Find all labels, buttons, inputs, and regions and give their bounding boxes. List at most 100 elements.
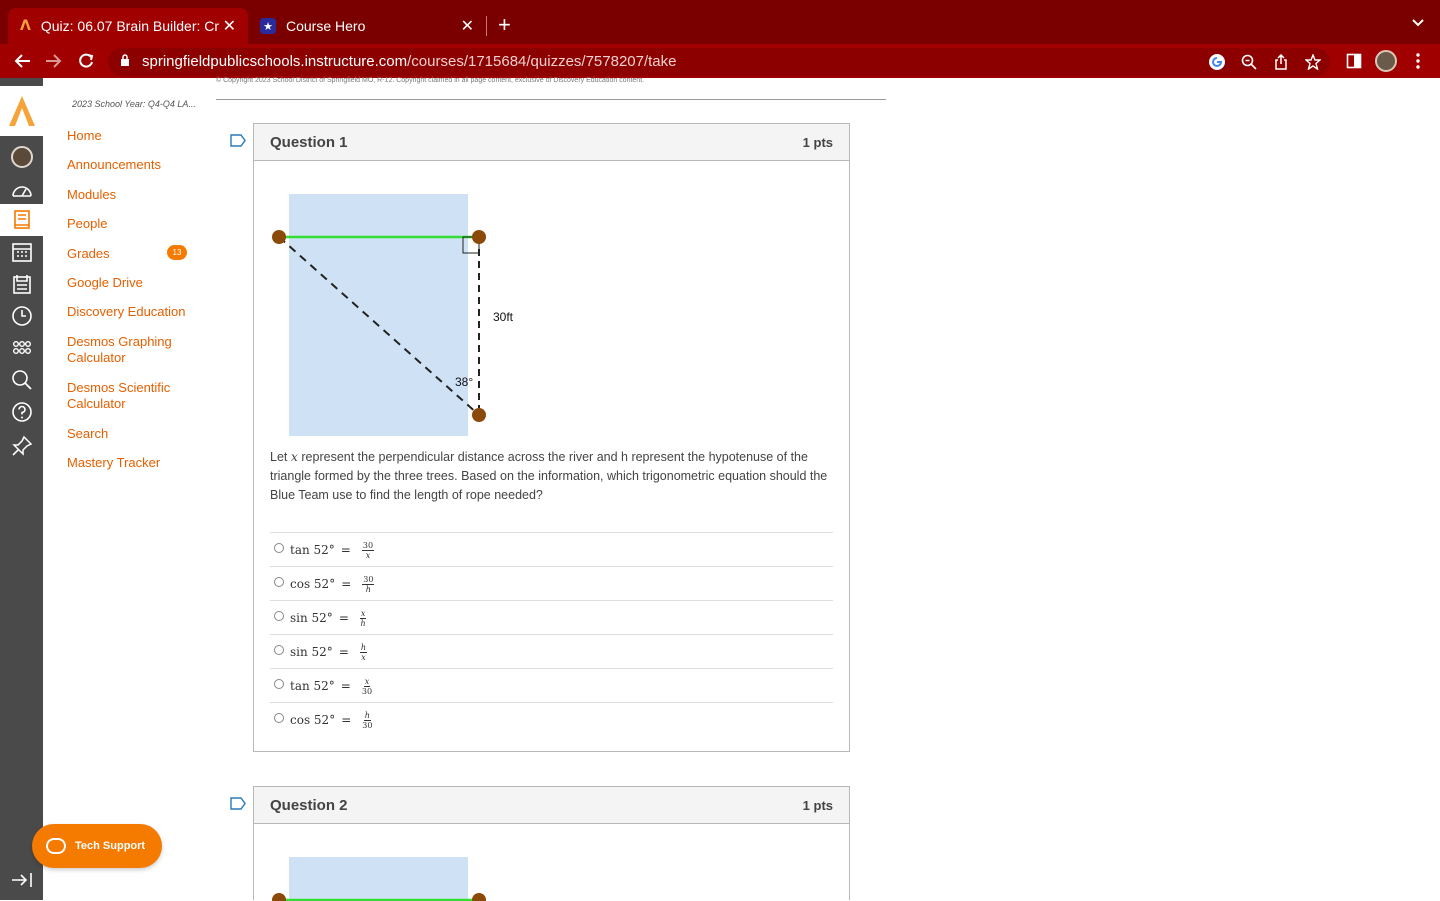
river-area: [289, 194, 468, 436]
lock-icon: [121, 54, 129, 66]
river-triangle-diagram: 30ft 38°: [272, 194, 514, 436]
question-points: 1 pts: [802, 135, 833, 150]
account-avatar[interactable]: [0, 141, 43, 173]
answer-option[interactable]: sin 52° = x h: [270, 600, 833, 634]
question-title: Question 1: [270, 134, 348, 151]
search-icon[interactable]: [0, 364, 43, 396]
question-1: Question 1 1 pts 30ft 38° Let x represen…: [253, 123, 850, 752]
divider: [216, 99, 886, 100]
radio-button[interactable]: [274, 645, 284, 655]
tree-marker: [472, 230, 486, 244]
fraction: hx: [359, 642, 368, 662]
answer-list: tan 52° = 30 x cos 52° = 30 h sin 52° = x h sin 5…: [270, 532, 833, 736]
tech-support-button[interactable]: Tech Support: [32, 824, 162, 868]
address-bar[interactable]: springfieldpublicschools.instructure.com…: [108, 48, 1330, 76]
dashboard-icon[interactable]: [0, 175, 43, 207]
answer-equation: sin 52° = x h: [290, 608, 367, 628]
course-nav-desmos-graphing[interactable]: Desmos Graphing Calculator: [67, 334, 177, 366]
answer-equation: cos 52° = h 30: [290, 710, 373, 730]
forward-arrow-icon[interactable]: [42, 49, 66, 73]
course-nav-discovery-education[interactable]: Discovery Education: [67, 304, 197, 320]
pin-icon[interactable]: [0, 430, 43, 462]
url-text: springfieldpublicschools.instructure.com…: [142, 53, 677, 70]
river-triangle-diagram: [272, 857, 486, 901]
profile-avatar-icon[interactable]: [1375, 50, 1397, 72]
reload-icon[interactable]: [74, 49, 98, 73]
share-icon[interactable]: [1272, 53, 1290, 71]
numerator: 30: [362, 574, 375, 585]
denominator: x: [361, 652, 366, 662]
tree-marker: [472, 408, 486, 422]
back-arrow-icon[interactable]: [10, 49, 34, 73]
fraction: 30 x: [361, 541, 375, 560]
course-nav-google-drive[interactable]: Google Drive: [67, 275, 197, 291]
bookmark-star-icon[interactable]: [1304, 53, 1322, 71]
tab-search-chevron-icon[interactable]: [1412, 14, 1424, 30]
new-tab-icon[interactable]: +: [498, 12, 511, 38]
collapse-nav-icon[interactable]: [10, 870, 34, 890]
google-icon[interactable]: [1208, 53, 1226, 71]
inbox-icon[interactable]: [0, 268, 43, 300]
courses-icon[interactable]: [0, 204, 43, 236]
answer-equation: tan 52° = x 30: [290, 676, 373, 696]
denominator: h: [360, 618, 366, 628]
numerator: h: [363, 710, 371, 721]
answer-equation: cos 52° = 30 h: [290, 574, 375, 594]
tree-marker: [272, 230, 286, 244]
question-points: 1 pts: [802, 798, 833, 813]
fraction: xh: [359, 608, 367, 628]
denominator: 30: [361, 686, 373, 696]
course-nav-modules[interactable]: Modules: [67, 187, 197, 203]
flag-question-icon[interactable]: [230, 134, 246, 147]
groups-icon[interactable]: [0, 332, 43, 364]
term-label: 2023 School Year: Q4-Q4 LA...: [72, 99, 196, 109]
close-tab-icon[interactable]: ✕: [461, 16, 474, 36]
answer-option[interactable]: tan 52° = x 30: [270, 668, 833, 702]
trig-function: tan 52°: [290, 679, 335, 693]
course-nav-mastery-tracker[interactable]: Mastery Tracker: [67, 455, 197, 471]
flag-question-icon[interactable]: [230, 797, 246, 810]
course-nav-search[interactable]: Search: [67, 426, 197, 442]
radio-button[interactable]: [274, 679, 284, 689]
numerator: x: [359, 608, 367, 619]
answer-option[interactable]: tan 52° = 30 x: [270, 532, 833, 566]
river-area: [289, 857, 468, 901]
fraction: h 30: [362, 711, 372, 730]
grades-count-badge: 13: [167, 245, 187, 260]
close-tab-icon[interactable]: ✕: [223, 16, 236, 36]
canvas-logo-icon[interactable]: [0, 86, 43, 136]
tab-quiz[interactable]: Λ Quiz: 06.07 Brain Builder: Cros ✕: [8, 8, 248, 44]
course-nav-announcements[interactable]: Announcements: [67, 157, 197, 173]
zoom-icon[interactable]: [1240, 53, 1258, 71]
course-nav-home[interactable]: Home: [67, 128, 197, 144]
course-nav-people[interactable]: People: [67, 216, 197, 232]
radio-button[interactable]: [274, 713, 284, 723]
browser-toolbar: springfieldpublicschools.instructure.com…: [0, 44, 1440, 78]
history-clock-icon[interactable]: [0, 300, 43, 332]
url-host: springfieldpublicschools.instructure.com: [142, 53, 408, 70]
tab-course-hero[interactable]: ★ Course Hero ✕: [250, 8, 486, 44]
radio-button[interactable]: [274, 543, 284, 553]
url-path: /courses/1715684/quizzes/7578207/take: [407, 53, 677, 70]
help-icon[interactable]: [0, 396, 43, 428]
radio-button[interactable]: [274, 577, 284, 587]
course-nav: 2023 School Year: Q4-Q4 LA... Home Annou…: [43, 78, 213, 900]
browser-menu-icon[interactable]: [1407, 50, 1429, 72]
numerator: h: [359, 642, 368, 653]
global-nav: [0, 78, 43, 900]
side-panel-icon[interactable]: [1343, 50, 1365, 72]
answer-option[interactable]: cos 52° = h 30: [270, 702, 833, 736]
answer-option[interactable]: cos 52° = 30 h: [270, 566, 833, 600]
trig-function: cos 52°: [290, 713, 336, 727]
canvas-favicon-icon: Λ: [20, 18, 31, 34]
tab-separator: [486, 16, 487, 36]
denominator: 30: [362, 720, 373, 730]
fraction: 30 h: [362, 574, 375, 594]
chat-bubble-icon: [46, 838, 66, 854]
calendar-icon[interactable]: [0, 236, 43, 268]
course-nav-desmos-scientific[interactable]: Desmos Scientific Calculator: [67, 380, 177, 412]
fraction: x 30: [362, 677, 372, 696]
radio-button[interactable]: [274, 611, 284, 621]
answer-option[interactable]: sin 52° = h x: [270, 634, 833, 668]
question-header: Question 1 1 pts: [254, 124, 849, 161]
